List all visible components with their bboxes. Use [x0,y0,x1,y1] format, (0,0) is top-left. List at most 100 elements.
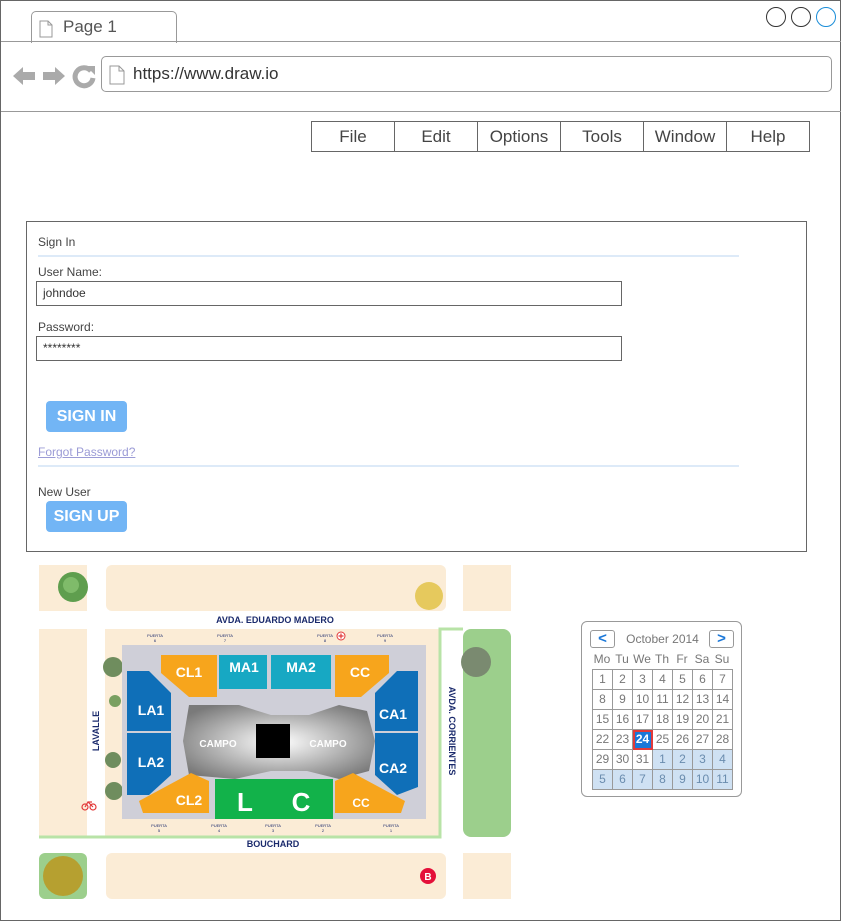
signup-button[interactable]: SIGN UP [46,501,127,532]
section-label-l: L [237,787,253,817]
calendar-day[interactable]: 13 [693,690,713,710]
reload-icon[interactable] [71,63,97,89]
street-top: AVDA. EDUARDO MADERO [216,615,334,625]
password-field[interactable]: ******** [36,336,622,361]
calendar-day[interactable]: 7 [713,670,733,690]
section-label-cc-bottom: CC [352,796,370,810]
calendar-grid: 1 2 3 4 5 6 7 8 9 10 11 12 13 14 15 16 17 18 19 20 21 22 23 24 2… [592,669,733,790]
tree-icon [109,695,121,707]
tree-icon [105,752,121,768]
section-label-la1: LA1 [138,702,165,718]
signin-button[interactable]: SIGN IN [46,401,127,432]
city-block [463,853,511,899]
calendar-day[interactable]: 27 [693,730,713,750]
city-block [106,853,446,899]
url-text: https://www.draw.io [133,64,279,83]
section-lc [215,779,333,819]
tree-icon [63,577,79,593]
maximize-button[interactable] [791,7,811,27]
section-label-ma2: MA2 [286,659,316,675]
calendar-day[interactable]: 16 [613,710,633,730]
calendar-month-label: October 2014 [626,632,699,646]
close-button[interactable] [816,7,836,27]
calendar-day-next-month[interactable]: 11 [713,770,733,790]
calendar-day-next-month[interactable]: 10 [693,770,713,790]
calendar-day[interactable]: 5 [673,670,693,690]
separator [38,465,739,467]
back-arrow-icon[interactable] [11,63,37,89]
calendar-day[interactable]: 26 [673,730,693,750]
calendar-day[interactable]: 20 [693,710,713,730]
calendar-day-next-month[interactable]: 2 [673,750,693,770]
menu-window[interactable]: Window [644,122,727,151]
calendar-widget: < October 2014 > Mo Tu We Th Fr Sa Su 12… [581,621,742,797]
calendar-day[interactable]: 8 [593,690,613,710]
browser-window: Page 1 https://www.draw.io File Edit Opt… [0,0,841,921]
calendar-day[interactable]: 29 [593,750,613,770]
calendar-day[interactable]: 12 [673,690,693,710]
calendar-day-next-month[interactable]: 8 [653,770,673,790]
separator [38,255,739,257]
calendar-day[interactable]: 21 [713,710,733,730]
calendar-day-next-month[interactable]: 7 [633,770,653,790]
city-block [106,565,446,611]
calendar-day-next-month[interactable]: 4 [713,750,733,770]
section-label-cc-top: CC [350,664,370,680]
prev-month-button[interactable]: < [590,630,615,648]
calendar-day-next-month[interactable]: 9 [673,770,693,790]
city-block [39,629,87,837]
calendar-day[interactable]: 14 [713,690,733,710]
street-right: AVDA. CORRIENTES [447,687,457,776]
calendar-day[interactable]: 18 [653,710,673,730]
menu-help[interactable]: Help [727,122,809,151]
calendar-day[interactable]: 6 [693,670,713,690]
calendar-day[interactable]: 2 [613,670,633,690]
username-field[interactable]: johndoe [36,281,622,306]
forward-arrow-icon[interactable] [41,63,67,89]
tree-icon [43,856,83,896]
calendar-day[interactable]: 9 [613,690,633,710]
tab-divider [1,41,841,42]
menu-file[interactable]: File [312,122,395,151]
section-label-la2: LA2 [138,754,165,770]
calendar-day-next-month[interactable]: 6 [613,770,633,790]
calendar-day[interactable]: 1 [593,670,613,690]
menu-edit[interactable]: Edit [395,122,478,151]
calendar-day-next-month[interactable]: 1 [653,750,673,770]
section-label-ca2: CA2 [379,760,407,776]
calendar-day[interactable]: 22 [593,730,613,750]
calendar-day[interactable]: 4 [653,670,673,690]
calendar-day[interactable]: 25 [653,730,673,750]
menu-options[interactable]: Options [478,122,561,151]
calendar-day[interactable]: 31 [633,750,653,770]
street-left: LAVALLE [91,711,101,751]
calendar-day[interactable]: 28 [713,730,733,750]
calendar-day-next-month[interactable]: 5 [593,770,613,790]
weekday-label: Tu [615,652,629,666]
minimize-button[interactable] [766,7,786,27]
calendar-day[interactable]: 17 [633,710,653,730]
calendar-day-selected[interactable]: 24 [633,730,653,750]
city-block [463,565,511,611]
calendar-day[interactable]: 11 [653,690,673,710]
signin-title: Sign In [38,235,76,249]
menu-tools[interactable]: Tools [561,122,644,151]
next-month-button[interactable]: > [709,630,734,648]
calendar-day[interactable]: 19 [673,710,693,730]
calendar-day[interactable]: 30 [613,750,633,770]
calendar-day[interactable]: 23 [613,730,633,750]
tab-label: Page 1 [63,17,117,36]
weekday-label: Fr [676,652,688,666]
calendar-day[interactable]: 3 [633,670,653,690]
calendar-day[interactable]: 15 [593,710,613,730]
forgot-password-link[interactable]: Forgot Password? [38,445,135,459]
weekday-label: Th [654,652,669,666]
calendar-day-next-month[interactable]: 3 [693,750,713,770]
calendar-day[interactable]: 10 [633,690,653,710]
section-label-c: C [292,787,311,817]
browser-tab[interactable]: Page 1 [31,11,177,43]
street-bottom: BOUCHARD [247,839,300,849]
page-icon [109,65,125,85]
tree-icon [105,782,123,800]
address-bar[interactable]: https://www.draw.io [101,56,832,92]
